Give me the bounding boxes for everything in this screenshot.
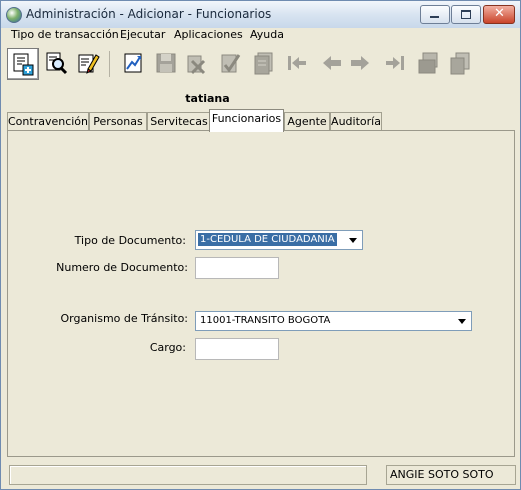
toolbar [1,45,520,82]
funcionarios-panel: Tipo de Documento: 1-CEDULA DE CIUDADANI… [7,130,515,457]
numero-documento-input[interactable] [195,257,279,279]
edit-button[interactable] [73,48,103,78]
user-name: tatiana [185,92,230,105]
print-button[interactable] [413,48,443,78]
tab-agente[interactable]: Agente [284,112,330,131]
copy-icon [450,52,470,75]
new-record-icon [13,53,34,76]
app-window: Administración - Adicionar - Funcionario… [0,0,521,490]
title-bar[interactable]: Administración - Adicionar - Funcionario… [1,1,520,29]
first-record-icon [288,56,306,70]
save-button[interactable] [151,48,181,78]
last-record-button[interactable] [381,48,411,78]
maximize-icon [461,10,471,19]
status-bar: ANGIE SOTO SOTO [7,464,516,486]
status-user: ANGIE SOTO SOTO [386,465,516,485]
menu-ayuda[interactable]: Ayuda [250,28,284,41]
app-globe-icon [6,7,22,23]
close-button[interactable]: ✕ [483,5,515,24]
tab-contravencion[interactable]: Contravención [7,112,89,131]
dropdown-arrow-icon[interactable] [458,319,466,324]
tab-funcionarios[interactable]: Funcionarios [209,109,284,132]
document-icon [254,52,273,75]
tipo-documento-select[interactable]: 1-CEDULA DE CIUDADANIA [195,230,363,250]
menu-bar: Tipo de transacción Ejecutar Aplicacione… [1,28,520,44]
previous-record-icon [323,56,341,70]
query-button[interactable] [41,48,71,78]
tab-servitecas[interactable]: Servitecas [147,112,211,131]
dropdown-arrow-icon[interactable] [349,238,357,243]
edit-icon [78,54,100,74]
print-icon [418,52,438,74]
cargo-input[interactable] [195,338,279,360]
tab-auditoria[interactable]: Auditoría [330,112,382,131]
numero-documento-label: Numero de Documento: [56,261,188,274]
tab-personas[interactable]: Personas [89,112,147,131]
new-record-button[interactable] [7,48,39,80]
export-button[interactable] [118,48,148,78]
delete-icon [187,55,206,75]
delete-button[interactable] [181,48,211,78]
next-record-icon [351,56,369,70]
export-icon [124,53,142,73]
tipo-documento-label: Tipo de Documento: [74,234,186,247]
previous-record-button[interactable] [317,48,347,78]
accept-button[interactable] [215,48,245,78]
cargo-label: Cargo: [149,341,186,354]
save-icon [156,53,176,73]
menu-ejecutar[interactable]: Ejecutar [120,28,165,41]
menu-tipo-transaccion[interactable]: Tipo de transacción [11,28,119,41]
query-icon [46,52,68,75]
tipo-documento-value: 1-CEDULA DE CIUDADANIA [197,232,338,247]
first-record-button[interactable] [281,48,311,78]
document-button[interactable] [249,48,279,78]
organismo-select[interactable]: 11001-TRANSITO BOGOTA [195,311,472,331]
status-message [9,465,367,485]
window-title: Administración - Adicionar - Funcionario… [26,7,272,21]
minimize-button[interactable] [420,5,450,24]
maximize-button[interactable] [451,5,481,24]
toolbar-separator [109,51,110,77]
accept-icon [221,54,241,73]
tab-strip: Contravención Personas Servitecas Funcio… [7,109,513,132]
organismo-value: 11001-TRANSITO BOGOTA [200,315,331,326]
organismo-label: Organismo de Tránsito: [60,312,188,325]
copy-button[interactable] [445,48,475,78]
minimize-icon [430,16,439,18]
next-record-button[interactable] [345,48,375,78]
menu-aplicaciones[interactable]: Aplicaciones [174,28,243,41]
last-record-icon [386,56,404,70]
close-icon: ✕ [494,6,505,21]
